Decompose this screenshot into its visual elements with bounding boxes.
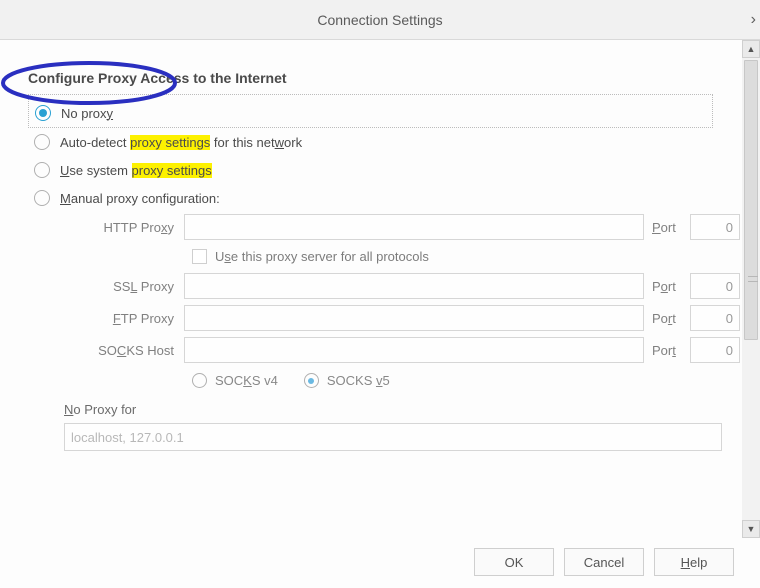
socks-port-label: Port xyxy=(650,343,684,358)
ssl-proxy-input[interactable] xyxy=(184,273,644,299)
http-proxy-label: HTTP Proxy xyxy=(28,220,178,235)
scrollbar-up-arrow-icon[interactable]: ▲ xyxy=(742,40,760,58)
radio-no-proxy[interactable] xyxy=(35,105,51,121)
ftp-proxy-input[interactable] xyxy=(184,305,644,331)
radio-manual[interactable] xyxy=(34,190,50,206)
socks-host-input[interactable] xyxy=(184,337,644,363)
ftp-port-label: Port xyxy=(650,311,684,326)
no-proxy-for-label: No Proxy for xyxy=(64,402,722,417)
ftp-proxy-label: FTP Proxy xyxy=(28,311,178,326)
radio-no-proxy-row[interactable]: No proxy xyxy=(35,99,706,127)
radio-socks4[interactable] xyxy=(192,373,207,388)
radio-use-system-label: Use system proxy settings xyxy=(60,163,212,178)
no-proxy-for-section: No Proxy for xyxy=(64,402,722,451)
socks-host-label: SOCKS Host xyxy=(28,343,178,358)
chevron-right-icon[interactable]: › xyxy=(751,11,756,29)
proxy-options-group: No proxy xyxy=(28,94,713,128)
dialog-button-bar: OK Cancel Help xyxy=(474,548,734,576)
ssl-proxy-label: SSL Proxy xyxy=(28,279,178,294)
proxy-fields-grid: HTTP Proxy Port Use this proxy server fo… xyxy=(28,214,728,392)
radio-manual-row[interactable]: Manual proxy configuration: xyxy=(28,184,732,212)
dialog-title: Connection Settings xyxy=(317,12,442,28)
radio-use-system-row[interactable]: Use system proxy settings xyxy=(28,156,732,184)
http-proxy-input[interactable] xyxy=(184,214,644,240)
socks-port-input[interactable] xyxy=(690,337,740,363)
no-proxy-for-input[interactable] xyxy=(64,423,722,451)
use-for-all-label: Use this proxy server for all protocols xyxy=(215,249,429,264)
section-heading: Configure Proxy Access to the Internet xyxy=(28,70,732,86)
radio-no-proxy-label: No proxy xyxy=(61,106,113,121)
help-button[interactable]: Help xyxy=(654,548,734,576)
scrollbar-down-arrow-icon[interactable]: ▼ xyxy=(742,520,760,538)
title-bar: Connection Settings › xyxy=(0,0,760,40)
http-port-label: Port xyxy=(650,220,684,235)
cancel-button[interactable]: Cancel xyxy=(564,548,644,576)
scrollbar-grip-icon xyxy=(748,276,758,282)
ssl-port-input[interactable] xyxy=(690,273,740,299)
radio-auto-detect-label: Auto-detect proxy settings for this netw… xyxy=(60,135,302,150)
radio-manual-label: Manual proxy configuration: xyxy=(60,191,220,206)
use-for-all-row[interactable]: Use this proxy server for all protocols xyxy=(184,246,740,267)
radio-socks5[interactable] xyxy=(304,373,319,388)
radio-socks5-label: SOCKS v5 xyxy=(327,373,390,388)
use-for-all-checkbox[interactable] xyxy=(192,249,207,264)
socks-version-row: SOCKS v4 SOCKS v5 xyxy=(184,369,740,392)
http-port-input[interactable] xyxy=(690,214,740,240)
radio-auto-detect[interactable] xyxy=(34,134,50,150)
vertical-scrollbar[interactable]: ▲ ▼ xyxy=(742,40,760,538)
ok-button[interactable]: OK xyxy=(474,548,554,576)
radio-socks4-label: SOCKS v4 xyxy=(215,373,278,388)
radio-use-system[interactable] xyxy=(34,162,50,178)
ftp-port-input[interactable] xyxy=(690,305,740,331)
scrollbar-thumb[interactable] xyxy=(744,60,758,340)
radio-auto-detect-row[interactable]: Auto-detect proxy settings for this netw… xyxy=(28,128,732,156)
ssl-port-label: Port xyxy=(650,279,684,294)
